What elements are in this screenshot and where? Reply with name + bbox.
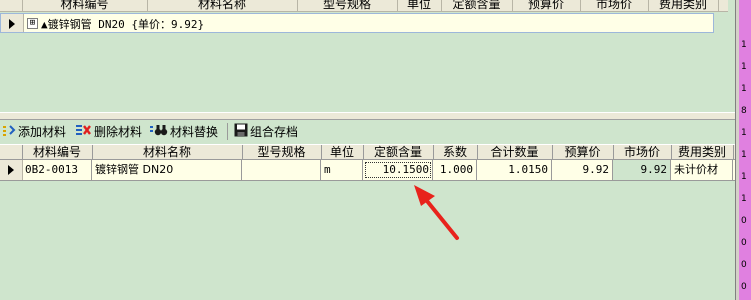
edge-digit: 8: [741, 106, 747, 116]
delete-material-button[interactable]: 删除材料: [76, 123, 142, 141]
add-material-icon: [2, 123, 16, 142]
edge-digit: 0: [741, 216, 747, 226]
table-row[interactable]: 0B2-0013 镀锌钢管 DN20 m 10.1500 1.000 1.015…: [0, 160, 735, 181]
edge-digit: 1: [741, 150, 747, 160]
top-grid-header: 材料编号 材料名称 型号规格 单位 定额含量 预算价 市场价 费用类别: [0, 0, 728, 12]
cell-budget-price[interactable]: 9.92: [552, 160, 613, 180]
col-code[interactable]: 材料编号: [22, 145, 93, 160]
top-col-spec[interactable]: 型号规格: [297, 0, 398, 11]
col-market[interactable]: 市场价: [613, 145, 672, 160]
top-col-quota[interactable]: 定额含量: [441, 0, 513, 11]
annotation-arrow-icon: [414, 185, 459, 240]
edge-digit: 1: [741, 62, 747, 72]
header-indicator: [0, 0, 23, 11]
edge-digit: 1: [741, 172, 747, 182]
edge-digit: 1: [741, 128, 747, 138]
group-row-label: ▲镀锌钢管 DN20 {单价：9.92}: [41, 18, 205, 31]
add-material-label: 添加材料: [18, 125, 67, 139]
cell-factor[interactable]: 1.000: [433, 160, 477, 180]
edge-digit: 1: [741, 40, 747, 50]
binoculars-icon: [150, 123, 168, 142]
cell-name[interactable]: 镀锌钢管 DN20: [92, 160, 242, 180]
top-col-code[interactable]: 材料编号: [22, 0, 148, 11]
edge-digit: 0: [741, 238, 747, 248]
edge-digit: 0: [741, 260, 747, 270]
add-material-button[interactable]: 添加材料: [2, 123, 66, 141]
cell-unit[interactable]: m: [321, 160, 363, 180]
delete-material-icon: [76, 123, 92, 142]
top-grid-group-row[interactable]: ⊞ ▲镀锌钢管 DN20 {单价：9.92}: [0, 13, 714, 33]
top-col-unit[interactable]: 单位: [397, 0, 442, 11]
col-quota[interactable]: 定额含量: [363, 145, 434, 160]
col-name[interactable]: 材料名称: [92, 145, 243, 160]
col-spec[interactable]: 型号规格: [242, 145, 322, 160]
top-col-name[interactable]: 材料名称: [147, 0, 298, 11]
cell-code[interactable]: 0B2-0013: [22, 160, 92, 180]
row-indicator[interactable]: [0, 160, 23, 180]
toolbar-separator: [227, 123, 228, 140]
col-unit[interactable]: 单位: [321, 145, 364, 160]
col-type[interactable]: 费用类别: [671, 145, 734, 160]
replace-material-label: 材料替换: [170, 125, 219, 139]
material-toolbar: 添加材料 删除材料 材料替换 组合存档: [0, 120, 735, 143]
save-combination-button[interactable]: 组合存档: [234, 123, 298, 141]
expand-toggle-icon[interactable]: ⊞: [27, 18, 38, 29]
side-panel-strip: 1 1 1 8 1 1 1 1 0 0 0 0: [739, 0, 751, 300]
panel-splitter[interactable]: [0, 112, 735, 120]
col-budget[interactable]: 预算价: [552, 145, 614, 160]
edge-digit: 0: [741, 282, 747, 292]
cell-quota-amount[interactable]: 10.1500: [363, 160, 433, 180]
edge-digit: 1: [741, 84, 747, 94]
cell-market-price[interactable]: 9.92: [613, 160, 671, 180]
top-col-type[interactable]: 费用类别: [648, 0, 719, 11]
header-indicator: [0, 145, 23, 160]
save-combination-label: 组合存档: [250, 125, 299, 139]
current-row-arrow-icon: [9, 19, 15, 29]
delete-material-label: 删除材料: [94, 125, 143, 139]
save-disk-icon: [234, 123, 248, 142]
col-factor[interactable]: 系数: [433, 145, 478, 160]
top-col-market[interactable]: 市场价: [580, 0, 649, 11]
cell-spec[interactable]: [242, 160, 321, 180]
cell-cost-type[interactable]: 未计价材: [671, 160, 733, 180]
col-total[interactable]: 合计数量: [477, 145, 553, 160]
edge-digit: 1: [741, 194, 747, 204]
bottom-grid-header: 材料编号 材料名称 型号规格 单位 定额含量 系数 合计数量 预算价 市场价 费…: [0, 144, 735, 160]
cell-total-qty[interactable]: 1.0150: [477, 160, 552, 180]
current-row-arrow-icon: [8, 165, 14, 175]
top-col-budget[interactable]: 预算价: [512, 0, 581, 11]
row-indicator[interactable]: [1, 14, 24, 32]
replace-material-button[interactable]: 材料替换: [150, 123, 218, 141]
